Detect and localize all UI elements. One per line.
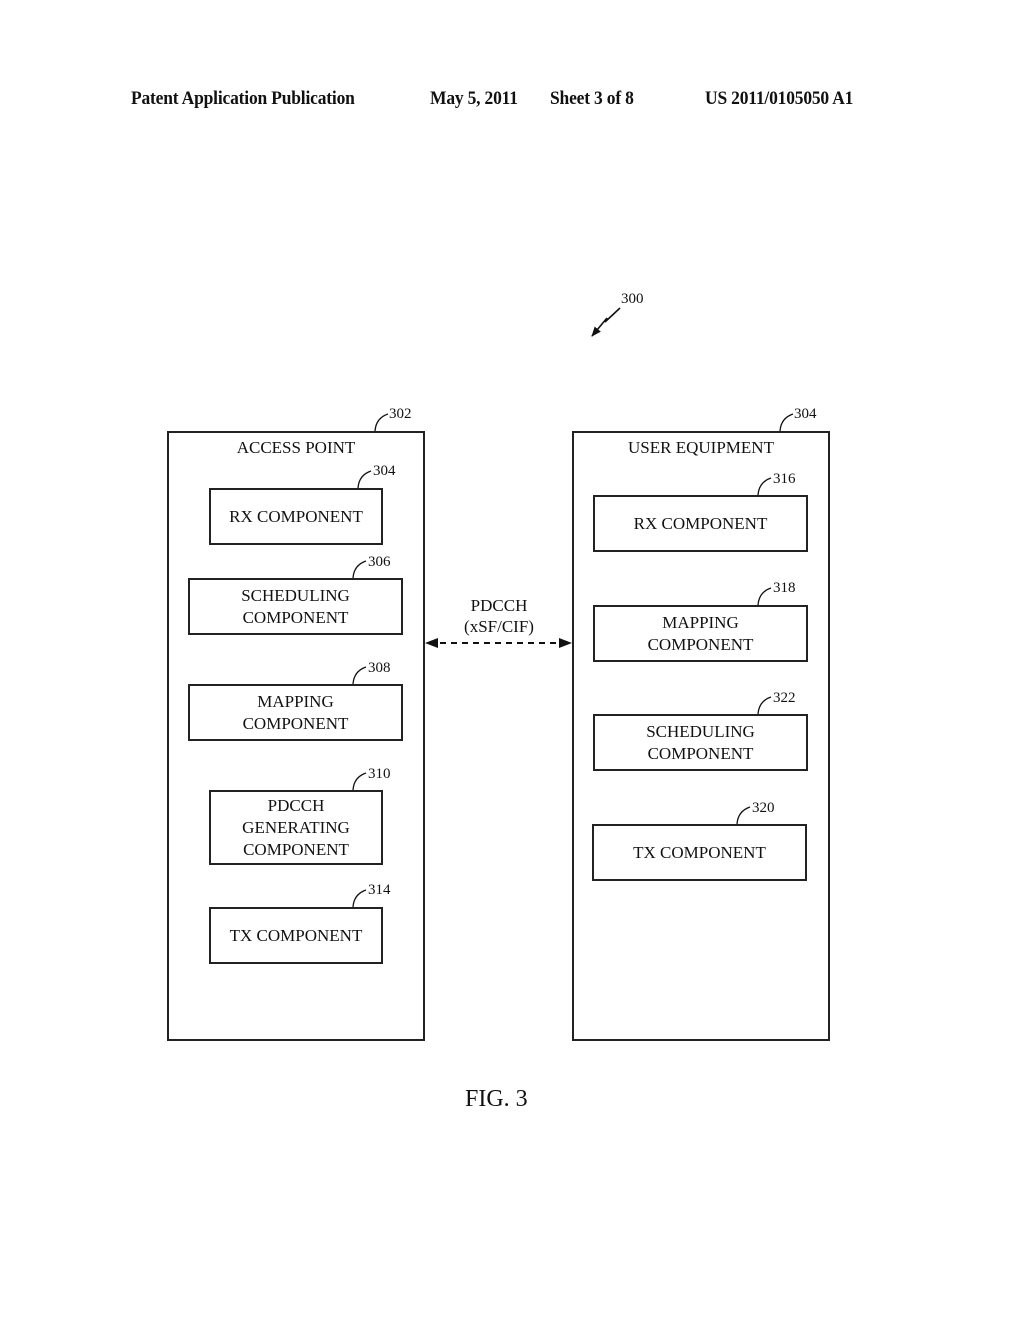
- publication-type: Patent Application Publication: [131, 88, 355, 109]
- ap-rx-ref: 304: [373, 463, 396, 479]
- publication-date: May 5, 2011: [430, 88, 518, 109]
- ap-mapping-ref: 308: [368, 660, 391, 676]
- link-label-line2: (xSF/CIF): [464, 617, 534, 636]
- ue-rx-ref: 316: [773, 471, 796, 487]
- ap-rx-component: RX COMPONENT: [209, 488, 383, 545]
- patent-number: US 2011/0105050 A1: [705, 88, 854, 109]
- ue-rx-component: RX COMPONENT: [593, 495, 808, 552]
- ue-scheduling-component: SCHEDULING COMPONENT: [593, 714, 808, 771]
- leader-302: [374, 413, 389, 432]
- pdcch-link-arrowhead-right: [559, 638, 572, 648]
- ue-tx-ref: 320: [752, 800, 775, 816]
- figure-ref-arrow: [591, 307, 621, 337]
- diagram-overlay: [352, 307, 794, 908]
- access-point-title: ACCESS POINT: [236, 438, 356, 457]
- ue-tx-component: TX COMPONENT: [592, 824, 807, 881]
- user-equipment-title: USER EQUIPMENT: [628, 438, 774, 457]
- link-label-line1: PDCCH: [470, 596, 528, 615]
- sheet-number: Sheet 3 of 8: [550, 88, 634, 109]
- ap-scheduling-ref: 306: [368, 554, 391, 570]
- link-label: PDCCH (xSF/CIF): [430, 595, 568, 637]
- ue-mapping-component: MAPPING COMPONENT: [593, 605, 808, 662]
- ap-tx-ref: 314: [368, 882, 391, 898]
- ap-pdcch-generating-ref: 310: [368, 766, 391, 782]
- ap-pdcch-generating-component: PDCCH GENERATING COMPONENT: [209, 790, 383, 865]
- figure-ref-number: 300: [621, 291, 644, 307]
- user-equipment-ref: 304: [794, 406, 817, 422]
- ap-mapping-component: MAPPING COMPONENT: [188, 684, 403, 741]
- pdcch-link-arrowhead-left: [425, 638, 438, 648]
- ap-tx-component: TX COMPONENT: [209, 907, 383, 964]
- access-point-ref: 302: [389, 406, 412, 422]
- ue-mapping-ref: 318: [773, 580, 796, 596]
- leader-ue-304: [779, 413, 794, 432]
- ap-scheduling-component: SCHEDULING COMPONENT: [188, 578, 403, 635]
- figure-caption: FIG. 3: [465, 1086, 528, 1112]
- ue-scheduling-ref: 322: [773, 690, 796, 706]
